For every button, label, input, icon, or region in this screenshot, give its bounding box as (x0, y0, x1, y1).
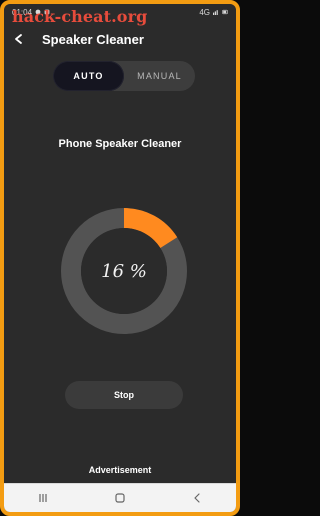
battery-icon (222, 9, 228, 15)
section-title: Phone Speaker Cleaner (58, 138, 182, 150)
recents-icon (39, 494, 47, 502)
status-right: 4G (199, 8, 228, 17)
mode-toggle[interactable]: AUTO MANUAL (53, 61, 195, 91)
page-title: Speaker Cleaner (42, 31, 144, 47)
mode-auto-tab[interactable]: AUTO (53, 61, 124, 91)
back-icon (194, 493, 200, 503)
stop-button[interactable]: Stop (65, 381, 183, 409)
status-time: 01:04 (12, 7, 33, 17)
recents-button[interactable] (31, 488, 55, 508)
network-label: 4G (199, 7, 210, 17)
mode-manual-tab[interactable]: MANUAL (124, 61, 195, 91)
notification-icon (35, 9, 41, 15)
home-icon (115, 493, 125, 503)
header: Speaker Cleaner (4, 22, 236, 56)
back-button[interactable] (10, 30, 28, 48)
signal-icon (213, 10, 218, 15)
home-button[interactable] (108, 488, 132, 508)
advertisement-label: Advertisement (88, 465, 152, 475)
arrow-left-icon (15, 34, 22, 44)
status-left: 01:04 (12, 8, 50, 17)
notification-icon-2 (44, 9, 50, 15)
nav-back-button[interactable] (185, 488, 209, 508)
system-nav-bar (4, 483, 236, 512)
progress-percent: 16 % (101, 260, 147, 282)
app-frame: 01:04 4G hack-cheat.org Speaker Cleaner (0, 0, 240, 516)
status-bar: 01:04 4G (4, 4, 236, 20)
